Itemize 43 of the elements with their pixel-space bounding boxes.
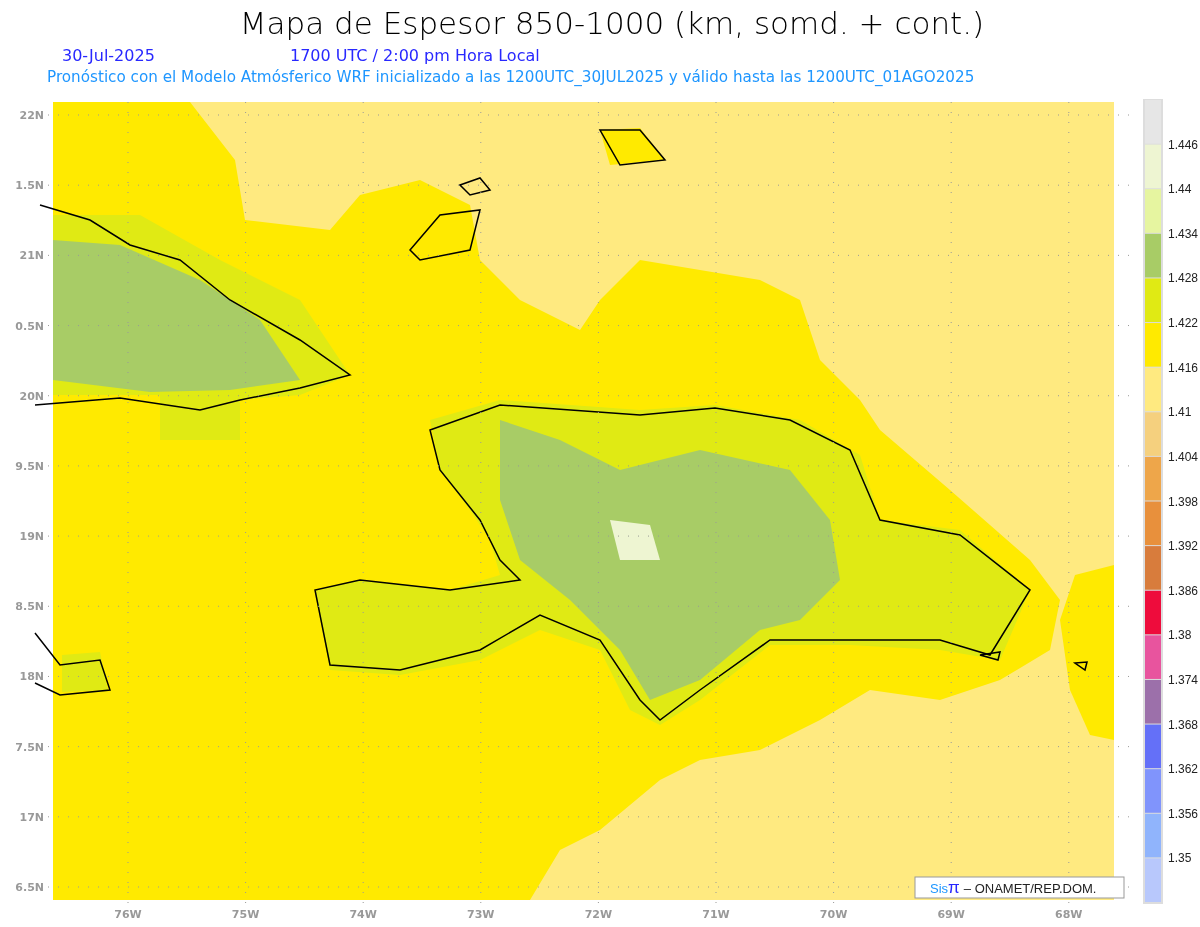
colorbar-label: 1.374 <box>1168 672 1199 687</box>
latitude-label: 6.5N <box>15 881 44 894</box>
colorbar-label: 1.392 <box>1168 539 1199 554</box>
colorbar-label: 1.35 <box>1168 851 1192 866</box>
latitude-label: 22N <box>19 109 44 122</box>
colorbar-label: 1.38 <box>1168 628 1192 643</box>
longitude-label: 69W <box>937 908 965 921</box>
colorbar-label: 1.428 <box>1168 271 1199 286</box>
latitude-label: 0.5N <box>15 319 44 333</box>
longitude-label: 71W <box>702 908 730 921</box>
colorbar-label: 1.446 <box>1168 137 1199 152</box>
latitude-label: 18N <box>19 670 44 684</box>
longitude-label: 73W <box>467 908 495 921</box>
longitude-label: 76W <box>114 908 142 921</box>
latitude-label: 20N <box>19 389 44 403</box>
colorbar-label: 1.398 <box>1168 494 1199 509</box>
forecast-date: 30-Jul-2025 <box>62 46 155 65</box>
latitude-label: 1.5N <box>15 179 44 193</box>
colorbar-label: 1.434 <box>1168 226 1199 241</box>
longitude-label: 72W <box>584 908 613 921</box>
longitude-label: 75W <box>231 908 260 921</box>
colorbar-label: 1.386 <box>1168 583 1199 598</box>
longitude-label: 70W <box>819 908 848 921</box>
colorbar-label: 1.416 <box>1168 360 1199 375</box>
colorbar-label: 1.404 <box>1168 449 1199 464</box>
latitude-label: 7.5N <box>15 740 44 754</box>
latitude-label: 19N <box>19 530 44 544</box>
map-title: Mapa de Espesor 850-1000 (km, somd. + cont.) <box>239 5 985 41</box>
credit-label: Sisπ – ONAMET/REP.DOM. <box>914 876 1125 899</box>
latitude-label: 8.5N <box>15 600 44 614</box>
latitude-label: 17N <box>19 810 44 824</box>
colorbar-label: 1.422 <box>1168 316 1199 331</box>
model-subtitle: Pronóstico con el Modelo Atmósferico WRF inicializado a las 1200UTC_30JUL2025 y válido hasta las 1200UTC_01AGO2025 <box>47 68 975 86</box>
colorbar-label: 1.44 <box>1168 182 1192 197</box>
colorbar-label: 1.41 <box>1168 405 1192 420</box>
colorbar-label: 1.356 <box>1168 806 1199 821</box>
latitude-label: 21N <box>19 249 44 263</box>
colorbar-label: 1.368 <box>1168 717 1199 732</box>
valid-time: 1700 UTC / 2:00 pm Hora Local <box>290 46 540 65</box>
latitude-label: 9.5N <box>15 459 44 473</box>
longitude-label: 74W <box>349 908 377 921</box>
colorbar-label: 1.362 <box>1168 762 1199 777</box>
longitude-label: 68W <box>1055 908 1083 921</box>
